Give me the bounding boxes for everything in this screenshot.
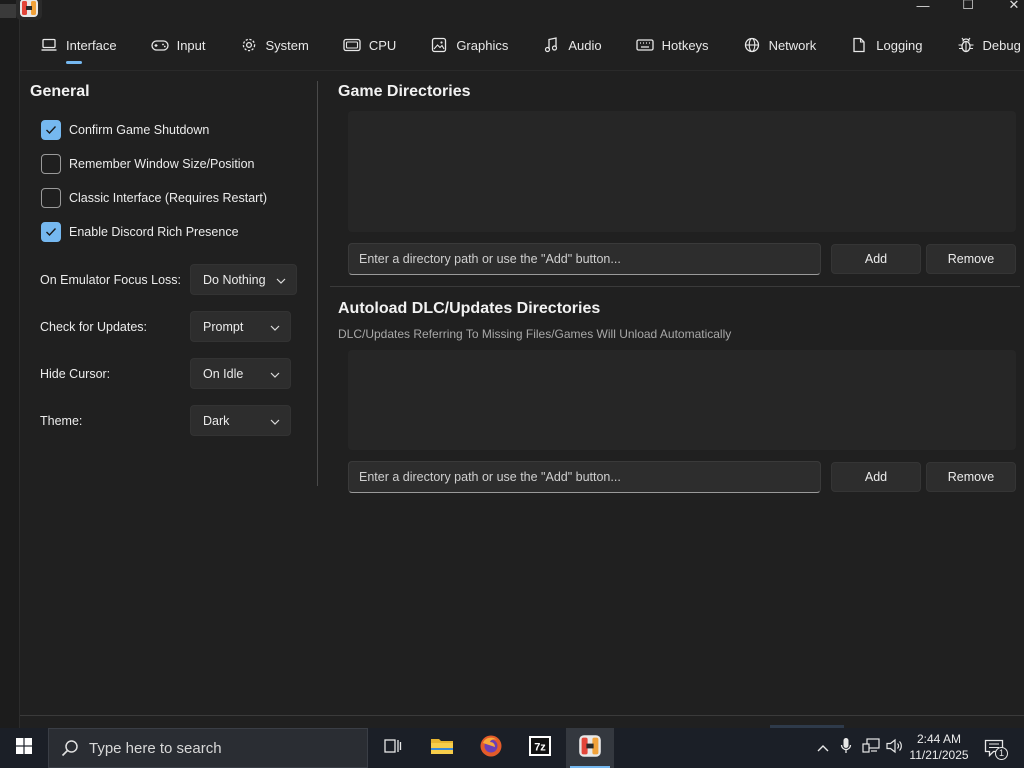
tab-audio[interactable]: Audio [522, 24, 615, 66]
tab-network[interactable]: Network [723, 24, 831, 66]
taskbar-firefox[interactable] [467, 728, 515, 768]
game-dir-add-button[interactable]: Add [831, 244, 921, 274]
image-icon [430, 36, 448, 54]
gear-icon [240, 36, 258, 54]
check-updates-label: Check for Updates: [40, 320, 147, 334]
task-view-icon [382, 737, 402, 760]
close-button[interactable]: ✕ [991, 0, 1024, 12]
notification-count-badge: 1 [995, 747, 1008, 760]
confirm-game-shutdown-checkbox[interactable]: Confirm Game Shutdown [41, 120, 209, 140]
checkbox-unchecked-icon[interactable] [41, 154, 61, 174]
music-note-icon [542, 36, 560, 54]
check-updates-dropdown[interactable]: Prompt [190, 311, 291, 342]
taskbar-7zip[interactable]: 7z [516, 728, 564, 768]
general-heading: General [30, 83, 90, 100]
interface-settings-panel: General Confirm Game Shutdown Remember W… [20, 70, 1024, 715]
checkbox-checked-icon[interactable] [41, 120, 61, 140]
maximize-button[interactable]: ☐ [945, 0, 991, 12]
focus-loss-dropdown[interactable]: Do Nothing [190, 264, 297, 295]
theme-label: Theme: [40, 414, 83, 428]
keyboard-icon [635, 36, 654, 54]
show-hidden-icons-button[interactable] [812, 728, 834, 768]
game-directory-input[interactable]: Enter a directory path or use the "Add" … [348, 243, 821, 275]
taskbar-emulator-app[interactable] [566, 728, 614, 768]
firefox-icon [479, 734, 503, 763]
window-bottom-border [20, 715, 1024, 716]
background-window-edge [0, 0, 20, 728]
autoload-add-button[interactable]: Add [831, 462, 921, 492]
globe-icon [743, 36, 761, 54]
microphone-tray-button[interactable] [836, 728, 856, 768]
microphone-icon [840, 737, 852, 760]
folder-icon [430, 736, 454, 761]
task-view-button[interactable] [368, 728, 416, 768]
tab-graphics[interactable]: Graphics [410, 24, 522, 66]
section-divider [330, 286, 1020, 287]
discord-rich-presence-checkbox[interactable]: Enable Discord Rich Presence [41, 222, 239, 242]
remember-window-size-checkbox[interactable]: Remember Window Size/Position [41, 154, 255, 174]
autoload-remove-button[interactable]: Remove [926, 462, 1016, 492]
svg-text:7z: 7z [534, 741, 546, 753]
hide-cursor-label: Hide Cursor: [40, 367, 111, 381]
minimize-button[interactable]: — [900, 0, 946, 13]
chevron-down-icon [270, 367, 280, 381]
checkbox-checked-icon[interactable] [41, 222, 61, 242]
taskbar-clock[interactable]: 2:44 AM 11/21/2025 [902, 731, 976, 763]
document-icon [850, 36, 868, 54]
notification-center-button[interactable]: 1 [978, 728, 1010, 768]
app-logo-icon [16, 0, 42, 20]
tab-interface[interactable]: Interface [20, 24, 131, 66]
classic-interface-checkbox[interactable]: Classic Interface (Requires Restart) [41, 188, 267, 208]
taskbar-file-explorer[interactable] [418, 728, 466, 768]
autoload-directory-input[interactable]: Enter a directory path or use the "Add" … [348, 461, 821, 493]
clock-time: 2:44 AM [916, 732, 962, 746]
theme-dropdown[interactable]: Dark [190, 405, 291, 436]
search-icon [61, 739, 79, 757]
game-dir-remove-button[interactable]: Remove [926, 244, 1016, 274]
chevron-down-icon [276, 273, 286, 287]
network-icon [862, 737, 880, 759]
game-directories-list[interactable] [348, 111, 1016, 232]
tab-debug[interactable]: Debug [937, 24, 1024, 66]
checkbox-unchecked-icon[interactable] [41, 188, 61, 208]
cpu-icon [343, 36, 361, 54]
tab-hotkeys[interactable]: Hotkeys [616, 24, 723, 66]
autoload-directories-list[interactable] [348, 350, 1016, 450]
windows-logo-icon [16, 737, 32, 759]
notification-icon: 1 [984, 739, 1008, 760]
hide-cursor-dropdown[interactable]: On Idle [190, 358, 291, 389]
game-directories-heading: Game Directories [338, 83, 471, 100]
app-logo-icon [578, 734, 602, 763]
bug-icon [957, 36, 975, 54]
focus-loss-label: On Emulator Focus Loss: [40, 273, 182, 287]
tab-cpu[interactable]: CPU [323, 24, 410, 66]
chevron-down-icon [270, 320, 280, 334]
7zip-icon: 7z [528, 735, 552, 762]
settings-tabs: Interface Input System CPU Graphics Audi… [20, 24, 1024, 66]
start-button[interactable] [0, 728, 48, 768]
vertical-divider [317, 81, 318, 486]
settings-window: — ☐ ✕ Interface Input System CPU Graphic… [0, 0, 1024, 728]
chevron-down-icon [270, 414, 280, 428]
autoload-directories-subtitle: DLC/Updates Referring To Missing Files/G… [338, 327, 732, 341]
clock-date: 11/21/2025 [909, 748, 969, 762]
gamepad-icon [150, 36, 169, 54]
network-tray-button[interactable] [860, 728, 882, 768]
tab-system[interactable]: System [220, 24, 323, 66]
taskbar: Type here to search 7z 2:44 AM 11/21/202… [0, 725, 1024, 768]
monitor-icon [40, 36, 58, 54]
taskbar-search-box[interactable]: Type here to search [48, 728, 368, 768]
chevron-up-icon [817, 739, 829, 757]
autoload-directories-heading: Autoload DLC/Updates Directories [338, 300, 601, 317]
tab-input[interactable]: Input [131, 24, 220, 66]
tab-logging[interactable]: Logging [830, 24, 936, 66]
